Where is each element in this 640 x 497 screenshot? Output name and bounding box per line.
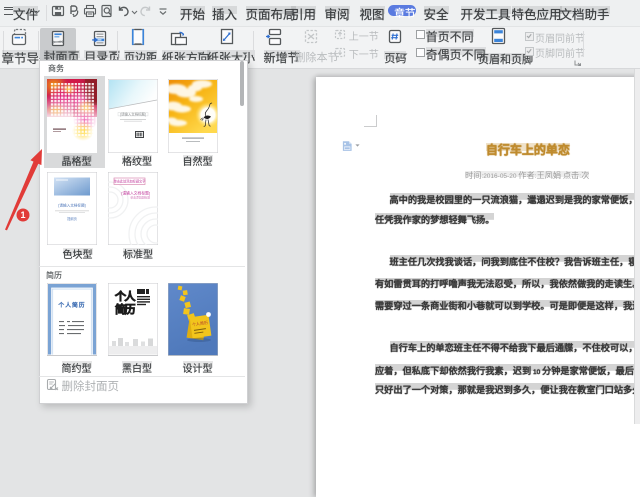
svg-text:人: 人 <box>124 289 136 303</box>
svg-text:单击此处添加标题文字: 单击此处添加标题文字 <box>113 179 145 184</box>
svg-text:[请输入文档标题]: [请输入文档标题] <box>120 111 146 116</box>
svg-text:个人简历: 个人简历 <box>58 301 85 309</box>
svg-text:历: 历 <box>124 303 135 316</box>
svg-text:1: 1 <box>20 210 25 220</box>
svg-text:提纲页: 提纲页 <box>67 216 77 221</box>
svg-text:[请输入文档标题]: [请输入文档标题] <box>58 203 85 208</box>
svg-text:单击添加副标题: 单击添加副标题 <box>130 196 150 200</box>
